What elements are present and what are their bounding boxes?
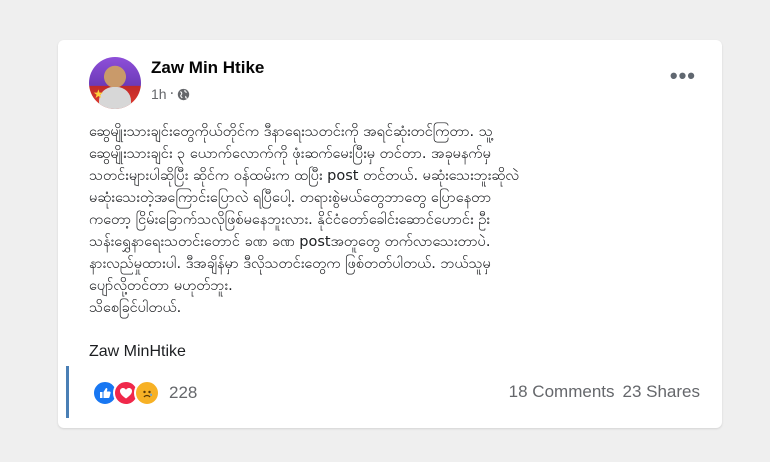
post-line: မဆုံးသေးတဲ့အကြောင်းပြောလဲ ရပြီပေါ့. တရား… xyxy=(89,190,492,206)
author-avatar[interactable]: ★ xyxy=(89,57,141,109)
post-signature: Zaw MinHtike xyxy=(89,343,186,360)
post-header: ★ Zaw Min Htike 1h · ••• xyxy=(89,55,704,109)
post-line: ကတော့ ငြိမ်းခြောက်သလိုဖြစ်မနေဘူးလား. နို… xyxy=(89,212,490,228)
reaction-count: 228 xyxy=(169,383,198,402)
post-line: ဆွေမျိုးသားချင်းတွေကိုယ်တိုင်က ဒီနာရေးသတ… xyxy=(89,124,493,140)
post-text: ဆွေမျိုးသားချင်းတွေကိုယ်တိုင်က ဒီနာရေးသတ… xyxy=(89,121,705,319)
post-line: သတင်းများပါဆိုပြီး ဆိုင်က ဝန်ထမ်းက ထပြီး… xyxy=(89,168,519,184)
shares-link[interactable]: 23 Shares xyxy=(623,382,701,402)
meta-separator: · xyxy=(169,86,175,102)
post-line: သန်းရွှေနာရေးသတင်းတောင် ခဏ ခဏ postအတူတွေ… xyxy=(89,234,491,250)
post-line: နားလည်မှုထားပါ. ဒီအချိန်မှာ ဒီလိုသတင်းတွ… xyxy=(89,256,491,272)
post-line: ပျော်လို့တင်တာ မဟုတ်ဘူး. xyxy=(89,278,233,294)
more-options-button[interactable]: ••• xyxy=(670,65,696,87)
avatar-figure xyxy=(99,87,131,109)
comments-link[interactable]: 18 Comments xyxy=(509,382,615,402)
engagement-stats: 18 Comments 23 Shares xyxy=(509,382,700,402)
post-line: ဆွေမျိုးသားချင်း ၃ ယောက်လောက်ကို ဖုံးဆက်… xyxy=(89,146,491,162)
author-name[interactable]: Zaw Min Htike xyxy=(151,58,264,78)
globe-icon[interactable] xyxy=(177,88,190,101)
quote-accent-bar xyxy=(66,366,69,418)
post-line: သိစေခြင်ပါတယ်. xyxy=(89,300,182,316)
post-meta: 1h · xyxy=(151,86,190,102)
star-icon: ★ xyxy=(93,87,104,101)
post-time[interactable]: 1h xyxy=(151,86,167,102)
reactions-summary[interactable]: 228 xyxy=(92,380,197,406)
sad-icon xyxy=(134,380,160,406)
